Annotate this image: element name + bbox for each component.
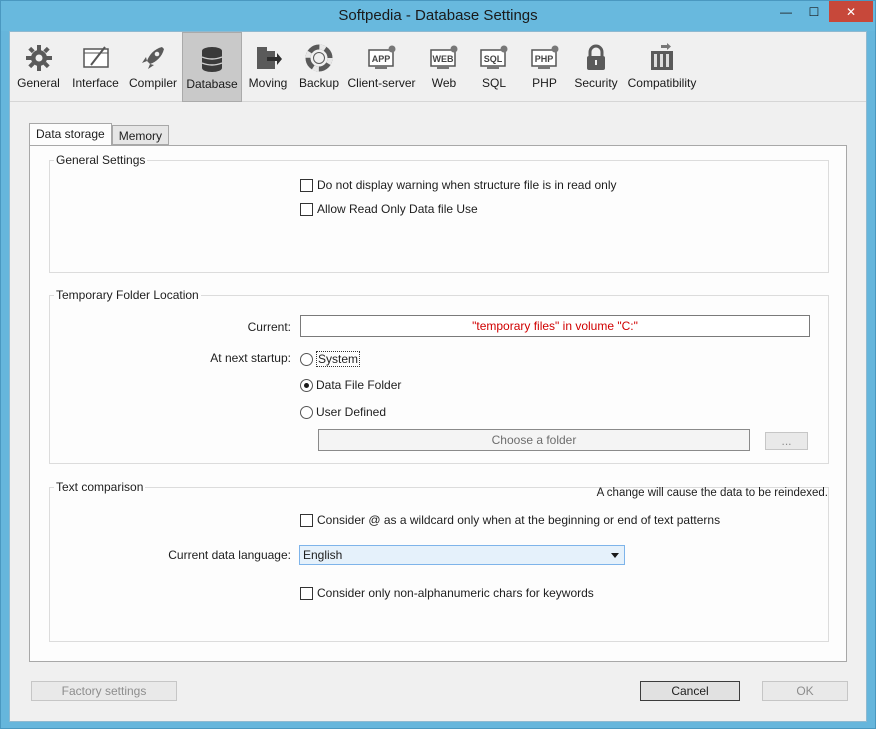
dialog-client: General Interface Compiler Database Movi… xyxy=(9,31,867,722)
toolbar-php[interactable]: PHP PHP xyxy=(519,32,570,102)
sql-icon: SQL xyxy=(480,45,508,69)
tab-memory[interactable]: Memory xyxy=(111,125,170,145)
reindex-note: A change will cause the data to be reind… xyxy=(596,487,828,499)
moving-icon xyxy=(257,47,282,69)
wildcard-option[interactable]: Consider @ as a wildcard only when at th… xyxy=(300,513,720,527)
toolbar-general[interactable]: General xyxy=(10,32,67,102)
category-toolbar: General Interface Compiler Database Movi… xyxy=(10,32,866,102)
language-select-value: English xyxy=(303,548,343,562)
toolbar-label: Database xyxy=(186,77,238,91)
group-title: General Settings xyxy=(54,153,148,167)
toolbar-label: Backup xyxy=(298,76,340,90)
no-warning-label: Do not display warning when structure fi… xyxy=(317,178,617,192)
general-settings-group: General Settings Do not display warning … xyxy=(49,153,829,273)
toolbar-web[interactable]: WEB Web xyxy=(419,32,469,102)
settings-window: Softpedia - Database Settings — ☐ ✕ Gene… xyxy=(0,0,876,729)
rocket-icon xyxy=(142,47,164,69)
group-title: Temporary Folder Location xyxy=(54,288,201,302)
maximize-button[interactable]: ☐ xyxy=(801,1,827,22)
toolbar-label: SQL xyxy=(481,76,506,90)
current-location-field: "temporary files" in volume "C:" xyxy=(300,315,810,337)
no-warning-checkbox[interactable] xyxy=(300,178,313,192)
tab-data-storage[interactable]: Data storage xyxy=(29,123,112,146)
radio-user-defined[interactable] xyxy=(300,405,313,419)
toolbar-moving[interactable]: Moving xyxy=(242,32,294,102)
toolbar-compiler[interactable]: Compiler xyxy=(124,32,182,102)
radio-user-defined-label: User Defined xyxy=(316,405,387,419)
choose-folder-button[interactable]: Choose a folder xyxy=(318,429,750,451)
toolbar-interface[interactable]: Interface xyxy=(67,32,124,102)
compatibility-icon xyxy=(651,43,673,70)
svg-text:PHP: PHP xyxy=(534,54,553,64)
text-comparison-group: Text comparison A change will cause the … xyxy=(49,480,829,642)
toolbar-sql[interactable]: SQL SQL xyxy=(469,32,519,102)
toolbar-label: Security xyxy=(574,76,618,90)
database-icon xyxy=(201,47,223,72)
allow-read-only-option[interactable]: Allow Read Only Data file Use xyxy=(300,202,478,216)
svg-text:APP: APP xyxy=(371,54,390,64)
radio-system-label: System xyxy=(316,351,361,367)
wildcard-label: Consider @ as a wildcard only when at th… xyxy=(317,513,721,527)
factory-settings-button[interactable]: Factory settings xyxy=(31,681,177,701)
non-alnum-label: Consider only non-alphanumeric chars for… xyxy=(317,586,594,600)
toolbar-label: Moving xyxy=(248,76,288,90)
browse-button[interactable]: ... xyxy=(765,432,808,450)
toolbar-database[interactable]: Database xyxy=(182,32,242,102)
cancel-button[interactable]: Cancel xyxy=(640,681,740,701)
php-icon: PHP xyxy=(530,45,558,69)
toolbar-label: Compatibility xyxy=(627,76,697,90)
title-bar[interactable]: Softpedia - Database Settings — ☐ ✕ xyxy=(1,1,875,31)
toolbar-client-server[interactable]: APP Client-server xyxy=(344,32,419,102)
web-icon: WEB xyxy=(430,45,458,69)
toolbar-security[interactable]: Security xyxy=(570,32,622,102)
next-startup-label: At next startup: xyxy=(210,351,291,365)
ok-button[interactable]: OK xyxy=(762,681,848,701)
close-button[interactable]: ✕ xyxy=(829,1,873,22)
allow-read-only-label: Allow Read Only Data file Use xyxy=(317,202,478,216)
svg-text:SQL: SQL xyxy=(484,54,503,64)
no-warning-option[interactable]: Do not display warning when structure fi… xyxy=(300,178,616,192)
radio-data-file-folder-label: Data File Folder xyxy=(316,378,402,392)
wildcard-checkbox[interactable] xyxy=(300,513,313,527)
group-title: Text comparison xyxy=(54,480,146,494)
data-storage-panel: General Settings Do not display warning … xyxy=(29,145,847,662)
radio-data-file-folder[interactable] xyxy=(300,378,313,392)
minimize-button[interactable]: — xyxy=(773,1,799,22)
gear-icon xyxy=(25,45,52,71)
radio-system[interactable] xyxy=(300,352,313,366)
radio-data-file-folder-option[interactable]: Data File Folder xyxy=(300,378,401,392)
svg-text:WEB: WEB xyxy=(433,54,454,64)
radio-system-option[interactable]: System xyxy=(300,351,361,367)
toolbar-label: General xyxy=(17,76,60,90)
toolbar-backup[interactable]: Backup xyxy=(294,32,344,102)
chevron-down-icon xyxy=(611,553,619,558)
app-icon: APP xyxy=(367,45,395,69)
lifebuoy-icon xyxy=(305,44,333,72)
non-alnum-checkbox[interactable] xyxy=(300,586,313,600)
toolbar-label: Web xyxy=(431,76,457,90)
toolbar-label: Interface xyxy=(72,76,119,90)
allow-read-only-checkbox[interactable] xyxy=(300,202,313,216)
toolbar-label: Client-server xyxy=(347,76,416,90)
non-alnum-option[interactable]: Consider only non-alphanumeric chars for… xyxy=(300,586,594,600)
toolbar-label: Compiler xyxy=(128,76,177,90)
language-label: Current data language: xyxy=(168,548,291,562)
toolbar-label: PHP xyxy=(532,76,557,90)
toolbar-compatibility[interactable]: Compatibility xyxy=(622,32,702,102)
interface-icon xyxy=(82,46,109,68)
language-select[interactable]: English xyxy=(299,545,625,565)
current-label: Current: xyxy=(247,320,291,334)
temp-folder-group: Temporary Folder Location Current: "temp… xyxy=(49,288,829,464)
padlock-icon xyxy=(587,44,605,70)
window-title: Softpedia - Database Settings xyxy=(338,7,538,24)
radio-user-defined-option[interactable]: User Defined xyxy=(300,405,386,419)
tab-strip: Data storage Memory xyxy=(29,123,170,146)
